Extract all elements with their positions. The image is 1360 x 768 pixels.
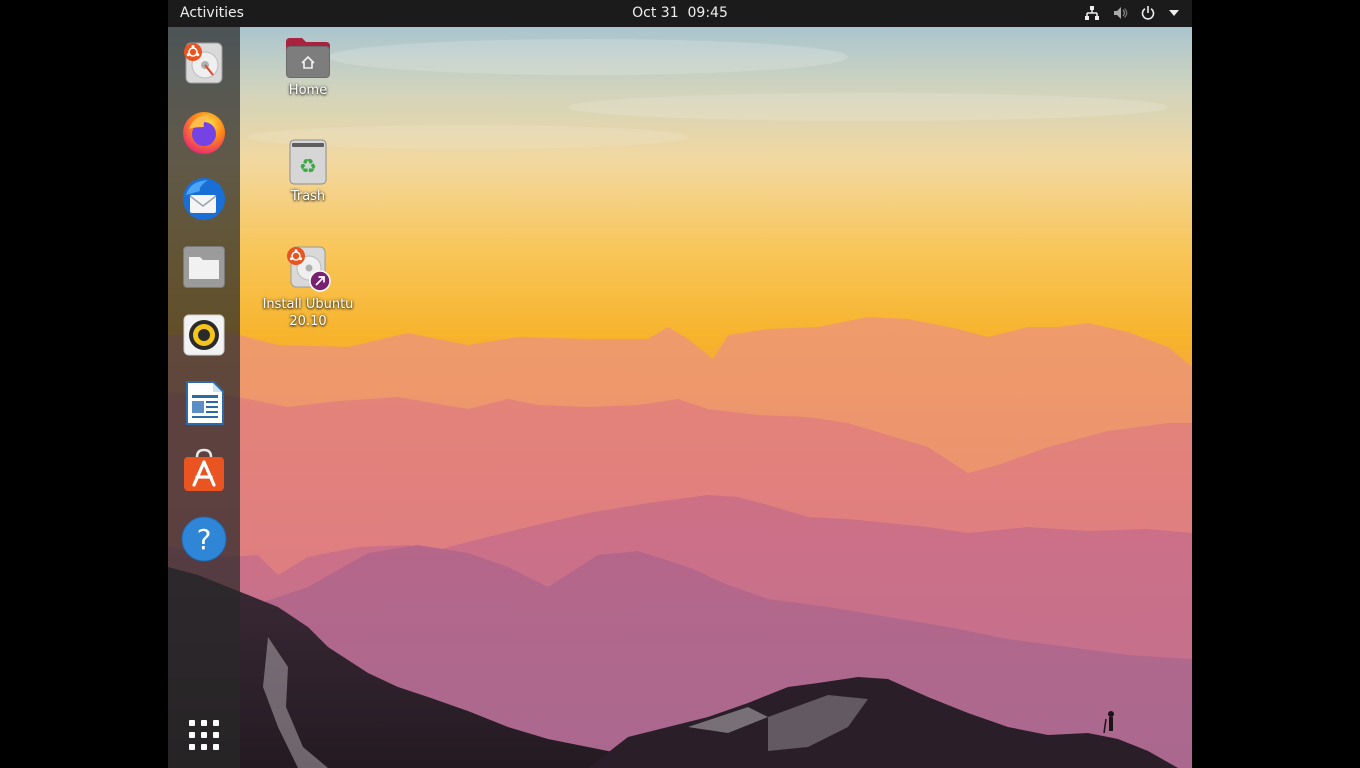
clock-menu[interactable]: Oct 31 09:45 (632, 5, 728, 21)
desktop-icon-label-line1: Install Ubuntu (262, 297, 354, 312)
help-icon: ? (181, 516, 227, 562)
firefox-icon (183, 112, 225, 154)
desktop-icon-trash[interactable]: ♻ Trash (258, 138, 358, 205)
dock-item-firefox[interactable] (180, 107, 228, 155)
desktop-icon-label: Trash (290, 189, 326, 204)
svg-text:?: ? (197, 523, 212, 556)
clock-date: Oct 31 (632, 5, 679, 21)
libreoffice-writer-icon (186, 381, 224, 425)
desktop-icon-install-ubuntu[interactable]: Install Ubuntu 20.10 (258, 244, 358, 330)
power-icon[interactable] (1140, 5, 1156, 21)
files-folder-icon (183, 246, 225, 288)
install-ubuntu-icon (287, 246, 331, 292)
dock-item-rhythmbox[interactable] (180, 311, 228, 359)
software-center-icon (184, 448, 224, 491)
dock: ? (168, 27, 240, 768)
chevron-down-icon[interactable] (1168, 7, 1180, 19)
desktop-icon-label-line2: 20.10 (289, 314, 327, 329)
clock-time: 09:45 (687, 5, 728, 21)
clock: Oct 31 09:45 (168, 5, 1192, 21)
rhythmbox-speaker-icon (183, 314, 225, 356)
desktop-icon-home[interactable]: Home (258, 36, 358, 99)
desktop-screen: Activities Oct 31 09:45 ? Home ♻ Trash I… (168, 0, 1192, 768)
activities-button[interactable]: Activities (180, 5, 244, 21)
app-grid-icon (189, 720, 219, 750)
desktop-icon-label: Home (288, 83, 328, 98)
top-bar: Activities Oct 31 09:45 (168, 0, 1192, 27)
network-wired-icon[interactable] (1084, 5, 1100, 21)
dock-item-ubuntu-software[interactable] (180, 447, 228, 495)
dock-item-thunderbird[interactable] (180, 175, 228, 223)
thunderbird-icon (183, 178, 225, 220)
ubuntu-installer-icon (184, 42, 223, 84)
home-folder-icon (286, 38, 330, 78)
volume-muted-icon[interactable] (1112, 5, 1128, 21)
desktop-icon-label: Install Ubuntu 20.10 (258, 296, 358, 330)
dock-item-files[interactable] (180, 243, 228, 291)
svg-text:♻: ♻ (299, 154, 317, 178)
show-applications-button[interactable] (184, 715, 224, 755)
dock-item-help[interactable]: ? (180, 515, 228, 563)
dock-item-install-ubuntu[interactable] (180, 39, 228, 87)
system-tray[interactable] (1084, 5, 1180, 21)
dock-item-libreoffice-writer[interactable] (180, 379, 228, 427)
trash-icon: ♻ (289, 139, 327, 185)
